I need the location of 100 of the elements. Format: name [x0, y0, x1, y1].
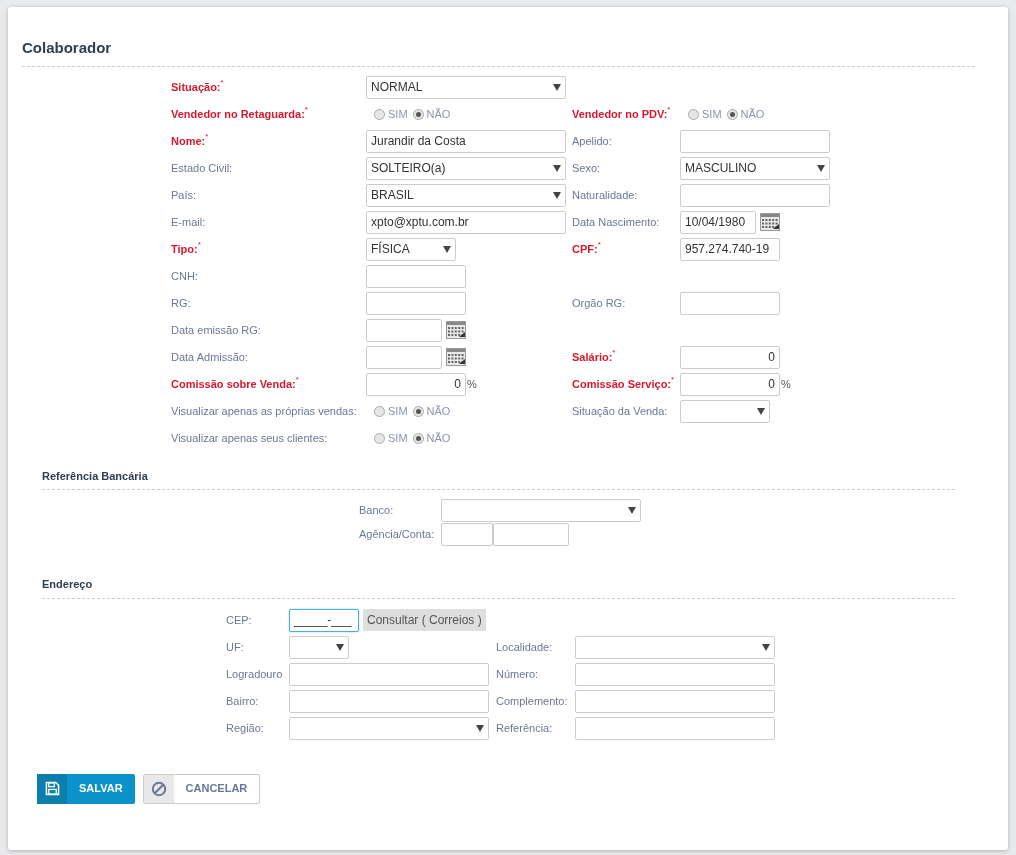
- input-field[interactable]: 10/04/1980: [680, 210, 756, 234]
- field-label: Salário:: [572, 349, 613, 365]
- caret-icon: [757, 407, 765, 415]
- section-title: Referência Bancária: [42, 467, 955, 490]
- caret-icon: [336, 643, 344, 651]
- field-label: Vendedor no Retaguarda:: [171, 106, 305, 122]
- radio-button[interactable]: [412, 108, 424, 120]
- field-label: UF:: [226, 639, 244, 655]
- input-field[interactable]: 0: [680, 345, 780, 369]
- input-field[interactable]: [575, 716, 775, 740]
- radio-button[interactable]: [412, 432, 424, 444]
- required-mark: *: [205, 132, 209, 141]
- caret-icon: [476, 724, 484, 732]
- dropdown[interactable]: NORMAL: [366, 75, 566, 99]
- input-field[interactable]: [575, 689, 775, 713]
- caret-icon: [762, 643, 770, 651]
- field-label: Vendedor no PDV:: [572, 106, 668, 122]
- field-label: Orgão RG:: [572, 295, 626, 311]
- field-label: País:: [171, 187, 197, 203]
- input-field[interactable]: 957.274.740-19: [680, 237, 780, 261]
- cancel-button[interactable]: CANCELAR: [142, 773, 261, 804]
- dropdown[interactable]: [441, 498, 641, 522]
- field-label: Tipo:: [171, 241, 198, 257]
- input-field[interactable]: [441, 522, 493, 546]
- prohibited-icon: [150, 780, 167, 797]
- field-label: Visualizar apenas as próprias vendas:: [171, 403, 357, 419]
- required-mark: *: [220, 78, 224, 87]
- field-label: Agência/Conta:: [359, 526, 435, 542]
- percent-sign: %: [467, 376, 477, 392]
- field-label: Apelido:: [572, 133, 612, 149]
- field-label: Naturalidade:: [572, 187, 638, 203]
- input-field[interactable]: [493, 522, 569, 546]
- radio-button[interactable]: [374, 432, 385, 444]
- input-field[interactable]: [366, 318, 442, 342]
- field-label: Região:: [226, 720, 264, 736]
- percent-sign: %: [781, 376, 791, 392]
- calendar-icon[interactable]: [446, 348, 466, 366]
- field-label: Data Nascimento:: [572, 214, 660, 230]
- input-field[interactable]: [575, 662, 775, 686]
- required-mark: *: [197, 240, 201, 249]
- caret-icon: [443, 245, 451, 253]
- dropdown[interactable]: [680, 399, 770, 423]
- input-field[interactable]: [289, 662, 489, 686]
- input-field[interactable]: Jurandir da Costa: [366, 129, 566, 153]
- required-mark: *: [597, 240, 601, 249]
- dropdown[interactable]: [289, 716, 489, 740]
- input-field[interactable]: [680, 183, 830, 207]
- field-label: Situação:: [171, 79, 221, 95]
- dropdown[interactable]: FÍSICA: [366, 237, 456, 261]
- input-field[interactable]: xpto@xptu.com.br: [366, 210, 566, 234]
- input-field[interactable]: [680, 291, 780, 315]
- radio-button[interactable]: [412, 405, 424, 417]
- radio-button[interactable]: [374, 405, 385, 417]
- input-field[interactable]: [289, 689, 489, 713]
- dropdown[interactable]: [575, 635, 775, 659]
- dropdown[interactable]: SOLTEIRO(a): [366, 156, 566, 180]
- dropdown[interactable]: MASCULINO: [680, 156, 830, 180]
- field-label: Nome:: [171, 133, 206, 149]
- caret-icon: [553, 191, 561, 199]
- form-title: Colaborador: [22, 37, 975, 67]
- input-field[interactable]: 0: [680, 372, 780, 396]
- input-field[interactable]: [366, 345, 442, 369]
- field-label: RG:: [171, 295, 191, 311]
- required-mark: *: [612, 348, 616, 357]
- field-label: Visualizar apenas seus clientes:: [171, 430, 328, 446]
- field-label: Situação da Venda:: [572, 403, 668, 419]
- field-label: E-mail:: [171, 214, 206, 230]
- input-field[interactable]: [680, 129, 830, 153]
- consult-button[interactable]: Consultar ( Correios ): [363, 609, 486, 631]
- dropdown[interactable]: BRASIL: [366, 183, 566, 207]
- calendar-icon[interactable]: [446, 321, 466, 339]
- field-label: CPF:: [572, 241, 598, 257]
- input-field[interactable]: 0: [366, 372, 466, 396]
- radio-button[interactable]: [688, 108, 699, 120]
- field-label: Banco:: [359, 502, 394, 518]
- dropdown[interactable]: [289, 635, 349, 659]
- field-label: Estado Civil:: [171, 160, 233, 176]
- calendar-icon[interactable]: [760, 213, 780, 231]
- field-label: Comissão sobre Venda:: [171, 376, 296, 392]
- field-label: Logradouro: [226, 666, 283, 682]
- required-mark: *: [304, 105, 308, 114]
- field-label: Número:: [496, 666, 539, 682]
- field-label: Comissão Serviço:: [572, 376, 672, 392]
- caret-icon: [553, 164, 561, 172]
- field-label: CNH:: [171, 268, 198, 284]
- radio-button[interactable]: [374, 108, 385, 120]
- field-label: Localidade:: [496, 639, 553, 655]
- field-label: Bairro:: [226, 693, 259, 709]
- required-mark: *: [295, 375, 299, 384]
- input-field[interactable]: [366, 264, 466, 288]
- field-label: Data emissão RG:: [171, 322, 261, 338]
- caret-icon: [553, 83, 561, 91]
- field-label: Sexo:: [572, 160, 601, 176]
- field-label: Referência:: [496, 720, 553, 736]
- input-field[interactable]: [366, 291, 466, 315]
- cep-field[interactable]: _____-___: [289, 608, 359, 632]
- caret-icon: [628, 506, 636, 514]
- field-label: CEP:: [226, 612, 252, 628]
- radio-button[interactable]: [726, 108, 738, 120]
- caret-icon: [817, 164, 825, 172]
